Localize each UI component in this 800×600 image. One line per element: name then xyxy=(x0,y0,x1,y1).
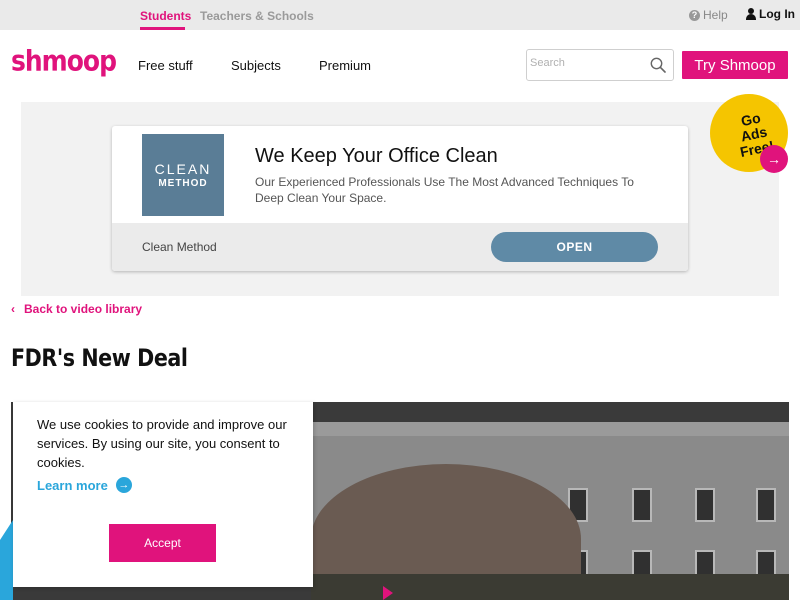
nav-premium[interactable]: Premium xyxy=(319,58,371,73)
chevron-left-icon: ‹ xyxy=(11,302,15,316)
cookie-accept-button[interactable]: Accept xyxy=(109,524,216,562)
help-icon: ? xyxy=(689,9,700,21)
login-link[interactable]: Log In xyxy=(746,7,795,21)
ad-description: Our Experienced Professionals Use The Mo… xyxy=(255,175,634,205)
learn-more-label: Learn more xyxy=(37,477,108,493)
search-icon[interactable] xyxy=(650,57,666,73)
tab-teachers-schools[interactable]: Teachers & Schools xyxy=(200,9,314,23)
ad-logo-line1: CLEAN xyxy=(154,161,212,177)
try-shmoop-button[interactable]: Try Shmoop xyxy=(682,51,788,79)
video-window xyxy=(632,488,652,522)
login-label: Log In xyxy=(759,7,795,21)
page-title: FDR's New Deal xyxy=(11,344,188,372)
back-to-library-link[interactable]: ‹ Back to video library xyxy=(11,302,142,316)
video-window xyxy=(695,488,715,522)
ad-brand-logo: CLEAN METHOD xyxy=(142,134,224,216)
ad-card[interactable]: CLEAN METHOD We Keep Your Office Clean O… xyxy=(112,126,688,271)
arrow-right-circle-icon: → xyxy=(115,477,132,493)
ad-open-button[interactable]: OPEN xyxy=(491,232,658,262)
cookie-consent-banner: We use cookies to provide and improve ou… xyxy=(13,402,313,587)
nav-free-stuff[interactable]: Free stuff xyxy=(138,58,193,73)
back-link-label: Back to video library xyxy=(24,302,143,316)
tab-students[interactable]: Students xyxy=(140,9,191,23)
nav-subjects[interactable]: Subjects xyxy=(231,58,281,73)
top-utility-bar: Students Teachers & Schools ? Help Log I… xyxy=(0,0,800,30)
ad-brand-name: Clean Method xyxy=(142,240,217,254)
user-icon xyxy=(746,8,756,20)
ad-footer: Clean Method OPEN xyxy=(112,223,688,271)
arrow-right-icon[interactable]: → xyxy=(760,145,788,173)
cookie-decoration xyxy=(0,520,13,600)
video-roofline xyxy=(311,422,789,436)
main-nav xyxy=(0,30,800,102)
cookie-message: We use cookies to provide and improve ou… xyxy=(37,417,287,470)
help-label: Help xyxy=(703,8,728,22)
ad-logo-line2: METHOD xyxy=(158,178,208,189)
shmoop-logo[interactable]: shmoop xyxy=(11,44,117,77)
ad-title: We Keep Your Office Clean xyxy=(255,145,498,167)
cookie-learn-more-link[interactable]: Learn more → xyxy=(37,477,132,493)
play-icon[interactable] xyxy=(383,586,393,600)
search-input[interactable] xyxy=(530,57,640,69)
help-link[interactable]: ? Help xyxy=(689,8,728,22)
search-box xyxy=(526,49,674,81)
video-window xyxy=(756,488,776,522)
